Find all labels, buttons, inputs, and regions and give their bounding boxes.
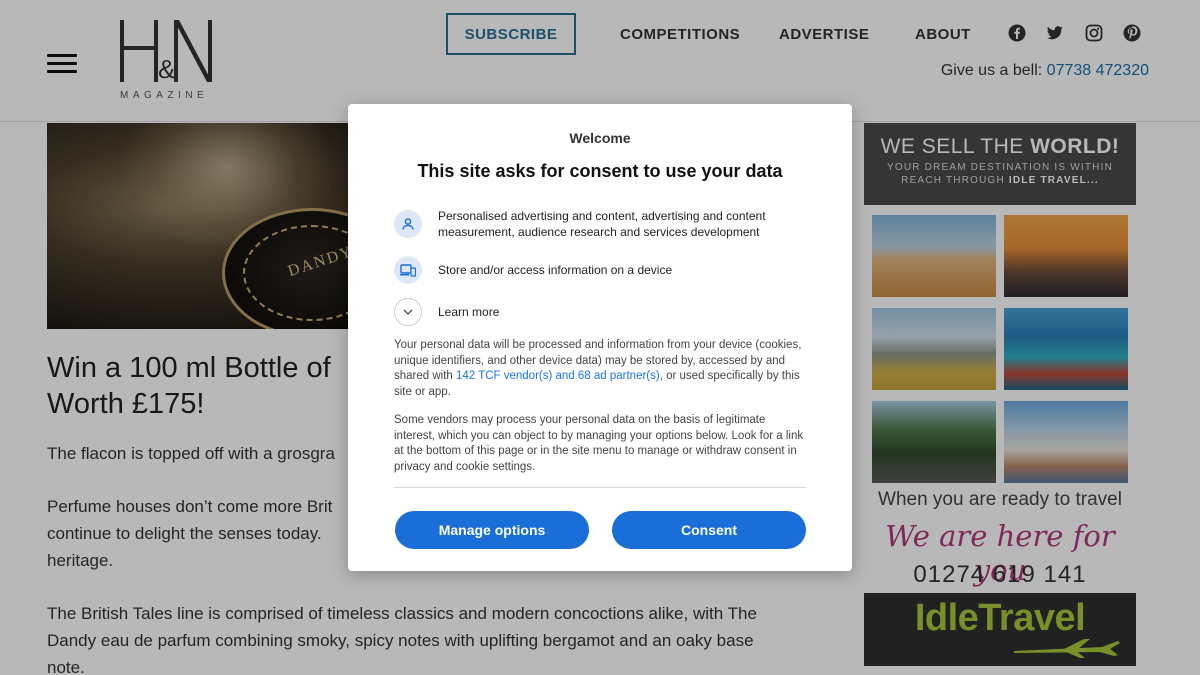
consent-welcome: Welcome bbox=[569, 130, 631, 146]
consent-purpose-advertising: Personalised advertising and content, ad… bbox=[394, 208, 798, 240]
consent-purpose-storage-text: Store and/or access information on a dev… bbox=[438, 263, 673, 277]
learn-more-toggle[interactable]: Learn more bbox=[394, 298, 798, 326]
vendors-link[interactable]: 142 TCF vendor(s) and 68 ad partner(s) bbox=[456, 370, 660, 382]
chevron-down-icon[interactable] bbox=[394, 298, 422, 326]
consent-paragraph-1: Your personal data will be processed and… bbox=[394, 339, 802, 398]
consent-purpose-storage: Store and/or access information on a dev… bbox=[394, 256, 798, 284]
person-icon bbox=[394, 210, 422, 238]
consent-purpose-advertising-text: Personalised advertising and content, ad… bbox=[438, 209, 766, 239]
manage-options-button[interactable]: Manage options bbox=[395, 511, 589, 549]
consent-dialog: Welcome This site asks for consent to us… bbox=[348, 104, 852, 571]
learn-more-label[interactable]: Learn more bbox=[438, 304, 798, 320]
devices-icon bbox=[394, 256, 422, 284]
consent-title: This site asks for consent to use your d… bbox=[417, 161, 783, 181]
consent-divider bbox=[394, 487, 806, 488]
consent-paragraph-2: Some vendors may process your personal d… bbox=[394, 414, 804, 473]
consent-button[interactable]: Consent bbox=[612, 511, 806, 549]
